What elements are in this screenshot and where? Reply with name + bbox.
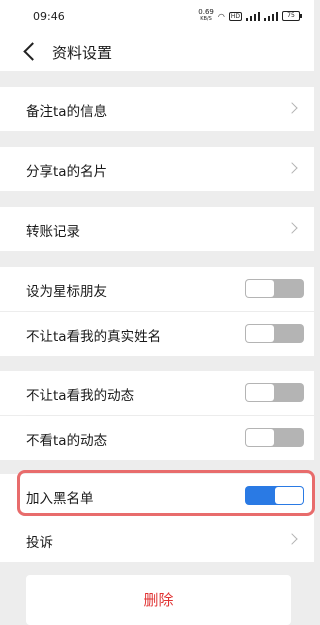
row-hide-their-moments-label: 不看ta的动态	[26, 433, 108, 449]
row-hide-real-name-label: 不让ta看我的真实姓名	[26, 329, 162, 345]
row-hide-their-moments: 不看ta的动态	[0, 416, 314, 460]
row-share-card[interactable]: 分享ta的名片	[0, 147, 314, 191]
row-complain[interactable]: 投诉	[0, 518, 314, 562]
chevron-right-icon	[286, 102, 298, 114]
hd-icon: HD	[228, 11, 242, 21]
row-star-friend-label: 设为星标朋友	[26, 284, 107, 300]
network-speed-unit: KB/S	[200, 16, 212, 22]
row-star-friend: 设为星标朋友	[0, 267, 314, 311]
row-hide-my-moments-label: 不让ta看我的动态	[26, 388, 135, 404]
toggle-knob	[246, 429, 274, 446]
page-title: 资料设置	[52, 44, 113, 62]
row-share-card-label: 分享ta的名片	[26, 164, 108, 180]
row-remark[interactable]: 备注ta的信息	[0, 87, 314, 131]
signal-icon-2	[264, 11, 278, 21]
delete-button[interactable]: 删除	[26, 575, 291, 625]
status-time: 09:46	[33, 10, 65, 23]
row-remark-label: 备注ta的信息	[26, 104, 108, 120]
row-transfer-records[interactable]: 转账记录	[0, 207, 314, 251]
hide-my-moments-toggle[interactable]	[245, 383, 304, 402]
toggle-knob	[246, 280, 274, 297]
delete-label: 删除	[143, 591, 174, 609]
hide-real-name-toggle[interactable]	[245, 324, 304, 343]
signal-icon	[246, 11, 260, 21]
nav-bar: 资料设置	[0, 33, 314, 71]
row-hide-real-name: 不让ta看我的真实姓名	[0, 312, 314, 356]
chevron-right-icon	[286, 222, 298, 234]
highlight-box	[17, 470, 315, 516]
network-speed-value: 0.69	[198, 8, 214, 16]
wifi-icon: ◠	[217, 11, 225, 21]
network-speed: 0.69 KB/S	[198, 9, 214, 23]
chevron-right-icon	[286, 162, 298, 174]
hide-their-moments-toggle[interactable]	[245, 428, 304, 447]
status-icons: 0.69 KB/S ◠ HD 75	[198, 9, 302, 23]
row-hide-my-moments: 不让ta看我的动态	[0, 371, 314, 415]
row-complain-label: 投诉	[26, 535, 53, 551]
back-arrow-icon[interactable]	[23, 42, 42, 61]
toggle-knob	[246, 325, 274, 342]
chevron-right-icon	[286, 533, 298, 545]
toggle-knob	[246, 384, 274, 401]
status-bar: 09:46 0.69 KB/S ◠ HD 75	[0, 0, 314, 33]
star-friend-toggle[interactable]	[245, 279, 304, 298]
battery-icon: 75	[282, 11, 302, 21]
row-transfer-records-label: 转账记录	[26, 224, 80, 240]
